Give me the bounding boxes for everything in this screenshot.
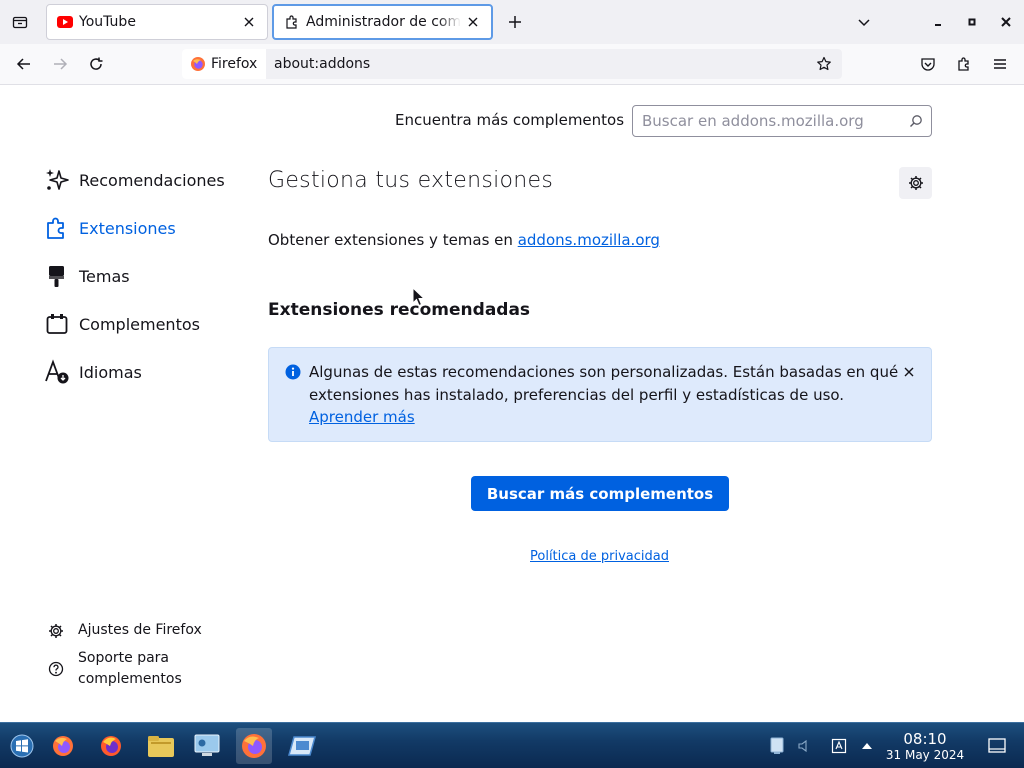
- tab-title: Administrador de complementos: [306, 14, 461, 30]
- find-more-addons-button[interactable]: Buscar más complementos: [471, 476, 729, 511]
- language-icon: [44, 359, 70, 385]
- clock[interactable]: 08:10 31 May 2024: [880, 731, 970, 763]
- chevron-down-icon[interactable]: [852, 10, 876, 34]
- amo-link[interactable]: addons.mozilla.org: [518, 231, 660, 249]
- tab-title: YouTube: [79, 14, 136, 30]
- search-icon: [910, 115, 922, 127]
- help-icon: [44, 658, 68, 679]
- file-manager-icon[interactable]: [146, 731, 176, 761]
- firefox-running-icon[interactable]: [236, 728, 272, 764]
- category-extensions[interactable]: Extensiones: [44, 210, 244, 246]
- sparkle-icon: [44, 167, 70, 193]
- list-all-tabs-icon[interactable]: [8, 10, 32, 34]
- maximize-icon[interactable]: [960, 10, 984, 34]
- bookmark-star-icon[interactable]: [812, 52, 836, 76]
- addons-manager-page: Encuentra más complementos Recomendacion…: [0, 86, 1024, 722]
- footer-link-label: Soporte para complementos: [78, 650, 182, 687]
- navigation-toolbar: Firefox about:addons: [0, 44, 1024, 85]
- puzzle-icon: [284, 14, 300, 30]
- notice-text-block: Algunas de estas recomendaciones son per…: [309, 361, 899, 429]
- category-label: Idiomas: [79, 362, 142, 382]
- minimize-icon[interactable]: [926, 10, 950, 34]
- tools-gear-button[interactable]: [899, 167, 932, 199]
- close-tab-icon[interactable]: [241, 14, 257, 30]
- personalization-notice: Algunas de estas recomendaciones son per…: [268, 347, 932, 442]
- notice-text: Algunas de estas recomendaciones son per…: [309, 363, 899, 404]
- notifications-tray-icon[interactable]: [826, 731, 852, 761]
- new-tab-icon[interactable]: [503, 10, 527, 34]
- reload-icon[interactable]: [84, 52, 108, 76]
- close-window-icon[interactable]: [994, 10, 1018, 34]
- remote-desktop-icon[interactable]: [287, 731, 317, 761]
- category-languages[interactable]: Idiomas: [44, 354, 244, 390]
- category-plugins[interactable]: Complementos: [44, 306, 244, 342]
- pocket-icon[interactable]: [916, 52, 940, 76]
- close-tab-icon[interactable]: [465, 14, 481, 30]
- find-more-label: Encuentra más complementos: [395, 111, 625, 129]
- privacy-policy-link[interactable]: Política de privacidad: [530, 549, 669, 564]
- firefox-launcher-icon[interactable]: [48, 731, 78, 761]
- page-title: Gestiona tus extensiones: [268, 168, 554, 193]
- tab-addons-manager[interactable]: Administrador de complementos: [272, 4, 493, 40]
- addons-search-box[interactable]: [632, 105, 932, 137]
- firefox-logo-icon: [190, 56, 206, 72]
- youtube-icon: [57, 14, 73, 30]
- gear-icon: [44, 620, 68, 641]
- forward-arrow-icon[interactable]: [48, 52, 72, 76]
- footer-link-label: Ajustes de Firefox: [78, 622, 202, 638]
- start-menu-icon[interactable]: [7, 731, 37, 761]
- get-extensions-prefix: Obtener extensiones y temas en: [268, 231, 518, 249]
- get-extensions-text: Obtener extensiones y temas en addons.mo…: [268, 231, 660, 249]
- firefox-alt-launcher-icon[interactable]: [96, 731, 126, 761]
- gear-icon: [908, 176, 923, 190]
- network-icon[interactable]: [766, 731, 788, 761]
- show-desktop-icon[interactable]: [982, 731, 1012, 761]
- addons-support-link[interactable]: Soporte para complementos: [44, 648, 198, 690]
- plugin-icon: [44, 311, 70, 337]
- info-icon: [285, 364, 301, 380]
- recommended-heading: Extensiones recomendadas: [268, 300, 531, 320]
- url-bar[interactable]: Firefox about:addons: [182, 49, 842, 79]
- hamburger-menu-icon[interactable]: [988, 52, 1012, 76]
- close-icon[interactable]: [901, 364, 917, 380]
- back-arrow-icon[interactable]: [12, 52, 36, 76]
- firefox-settings-link[interactable]: Ajustes de Firefox: [44, 620, 218, 641]
- identity-box[interactable]: Firefox: [182, 49, 266, 79]
- category-recommendations[interactable]: Recomendaciones: [44, 162, 244, 198]
- tray-expand-icon[interactable]: [856, 731, 878, 761]
- control-panel-icon[interactable]: [192, 731, 222, 761]
- clock-time: 08:10: [903, 730, 947, 748]
- paintbrush-icon: [44, 263, 70, 289]
- category-label: Extensiones: [79, 218, 176, 238]
- taskbar: 08:10 31 May 2024: [0, 722, 1024, 768]
- tab-strip: YouTube Administrador de complementos: [0, 0, 1024, 44]
- url-text[interactable]: about:addons: [274, 56, 370, 72]
- clock-date: 31 May 2024: [885, 748, 965, 762]
- puzzle-icon: [44, 215, 70, 241]
- identity-label: Firefox: [211, 56, 258, 72]
- mouse-pointer-icon: [412, 287, 426, 307]
- tab-youtube[interactable]: YouTube: [46, 4, 268, 40]
- learn-more-link[interactable]: Aprender más: [309, 408, 415, 426]
- volume-icon[interactable]: [794, 731, 814, 761]
- addons-search-input[interactable]: [633, 106, 893, 136]
- category-label: Temas: [79, 266, 130, 286]
- category-themes[interactable]: Temas: [44, 258, 244, 294]
- extensions-puzzle-icon[interactable]: [952, 52, 976, 76]
- category-label: Complementos: [79, 314, 200, 334]
- category-label: Recomendaciones: [79, 170, 225, 190]
